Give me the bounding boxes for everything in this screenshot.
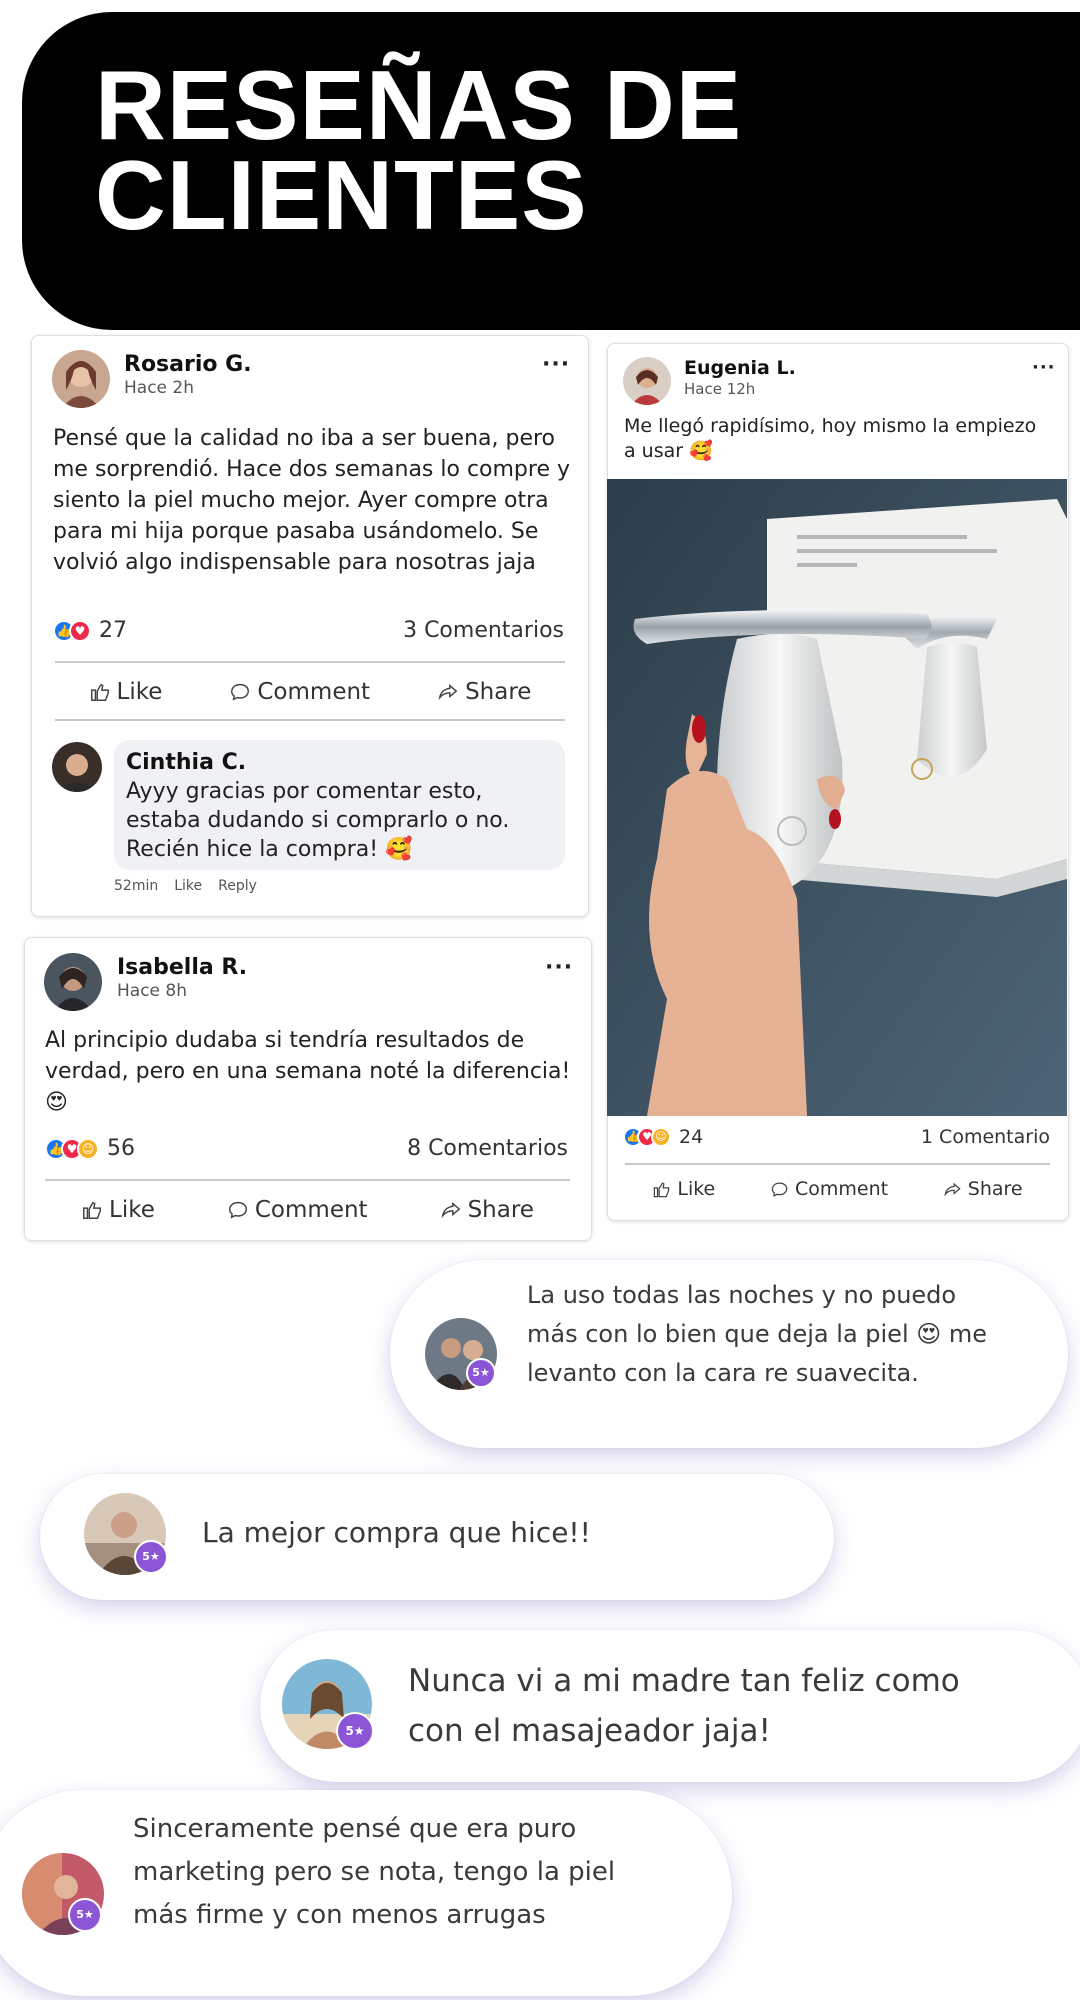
divider bbox=[45, 1179, 570, 1181]
like-button[interactable]: Like bbox=[652, 1178, 715, 1200]
like-button[interactable]: Like bbox=[89, 679, 163, 705]
share-label: Share bbox=[465, 679, 532, 705]
love-reaction-icon: ♥ bbox=[69, 619, 91, 642]
like-label: Like bbox=[109, 1197, 155, 1223]
reactions-summary[interactable]: 👍 ♥ ☺ 56 bbox=[45, 1136, 135, 1161]
reply-meta: 52min Like Reply bbox=[114, 878, 257, 894]
comment-icon bbox=[231, 683, 250, 701]
thumbs-up-icon bbox=[654, 1181, 670, 1197]
review-text: Nunca vi a mi madre tan feliz como con e… bbox=[408, 1663, 960, 1749]
more-options-icon[interactable]: ··· bbox=[545, 955, 573, 980]
reactions-summary[interactable]: 👍 ♥ ☺ 24 bbox=[623, 1126, 703, 1148]
like-label: Like bbox=[116, 679, 163, 705]
reply-like-link[interactable]: Like bbox=[174, 878, 202, 894]
rating-badge: 5★ bbox=[336, 1712, 374, 1750]
comment-icon bbox=[228, 1201, 247, 1219]
divider bbox=[55, 661, 565, 663]
comment-button[interactable]: Comment bbox=[227, 1197, 368, 1223]
care-reaction-icon: ☺ bbox=[77, 1137, 99, 1160]
share-button[interactable]: Share bbox=[943, 1178, 1023, 1200]
comment-button[interactable]: Comment bbox=[229, 679, 370, 705]
comment-label: Comment bbox=[254, 1197, 368, 1223]
rating-badge: 5★ bbox=[466, 1358, 496, 1388]
reactions-summary[interactable]: 👍 ♥ 27 bbox=[53, 618, 127, 643]
share-button[interactable]: Share bbox=[440, 1197, 534, 1223]
comment-label: Comment bbox=[794, 1178, 889, 1200]
share-icon bbox=[441, 1201, 460, 1219]
post-author[interactable]: Isabella R. bbox=[117, 955, 247, 980]
post-text: Pensé que la calidad no iba a ser buena,… bbox=[53, 426, 571, 575]
like-button[interactable]: Like bbox=[81, 1197, 155, 1223]
share-label: Share bbox=[967, 1178, 1023, 1200]
avatar[interactable] bbox=[52, 742, 102, 792]
divider bbox=[625, 1163, 1050, 1165]
reply-reply-link[interactable]: Reply bbox=[218, 878, 257, 894]
rating-badge: 5★ bbox=[134, 1540, 168, 1574]
review-text: La mejor compra que hice!! bbox=[202, 1516, 591, 1549]
post-text: Al principio dudaba si tendría resultado… bbox=[45, 1028, 571, 1115]
post-actions: Like Comment Share bbox=[625, 1172, 1050, 1206]
more-options-icon[interactable]: ··· bbox=[1032, 357, 1056, 378]
post-author[interactable]: Eugenia L. bbox=[684, 357, 796, 379]
thumbs-up-icon bbox=[90, 683, 109, 701]
comments-count[interactable]: 3 Comentarios bbox=[380, 618, 564, 643]
post-actions: Like Comment Share bbox=[55, 672, 565, 712]
avatar[interactable] bbox=[44, 953, 102, 1011]
post-actions: Like Comment Share bbox=[45, 1190, 570, 1230]
reaction-count: 56 bbox=[107, 1136, 135, 1161]
share-icon bbox=[944, 1182, 961, 1197]
product-photo[interactable] bbox=[607, 479, 1067, 1116]
reply-author[interactable]: Cinthia C. bbox=[126, 750, 246, 775]
review-text: Sinceramente pensé que era puro marketin… bbox=[133, 1814, 616, 1930]
post-time: Hace 12h bbox=[684, 380, 756, 398]
reaction-count: 27 bbox=[99, 618, 127, 643]
comment-label: Comment bbox=[257, 679, 371, 705]
post-time: Hace 8h bbox=[117, 981, 188, 1001]
post-author[interactable]: Rosario G. bbox=[124, 352, 252, 377]
share-label: Share bbox=[467, 1197, 534, 1223]
reaction-count: 24 bbox=[679, 1126, 704, 1148]
like-label: Like bbox=[677, 1178, 716, 1200]
share-icon bbox=[438, 683, 458, 701]
avatar[interactable] bbox=[623, 357, 671, 405]
post-time: Hace 2h bbox=[124, 378, 195, 398]
reply-text: Ayyy gracias por comentar esto, estaba d… bbox=[126, 779, 510, 862]
avatar[interactable] bbox=[52, 350, 110, 408]
comments-count[interactable]: 8 Comentarios bbox=[370, 1136, 568, 1161]
divider bbox=[55, 719, 565, 721]
comment-button[interactable]: Comment bbox=[770, 1178, 888, 1200]
comment-icon bbox=[771, 1182, 788, 1197]
review-text: La uso todas las noches y no puedo más c… bbox=[527, 1281, 988, 1387]
care-reaction-icon: ☺ bbox=[651, 1127, 671, 1147]
post-text: Me llegó rapidísimo, hoy mismo la empiez… bbox=[624, 415, 1037, 462]
comments-count[interactable]: 1 Comentario bbox=[860, 1126, 1050, 1148]
more-options-icon[interactable]: ··· bbox=[542, 352, 570, 377]
page-title: RESEÑAS DE CLIENTES bbox=[95, 50, 743, 250]
reply-time: 52min bbox=[114, 878, 159, 894]
thumbs-up-icon bbox=[83, 1201, 101, 1219]
share-button[interactable]: Share bbox=[437, 679, 531, 705]
rating-badge: 5★ bbox=[68, 1898, 102, 1932]
